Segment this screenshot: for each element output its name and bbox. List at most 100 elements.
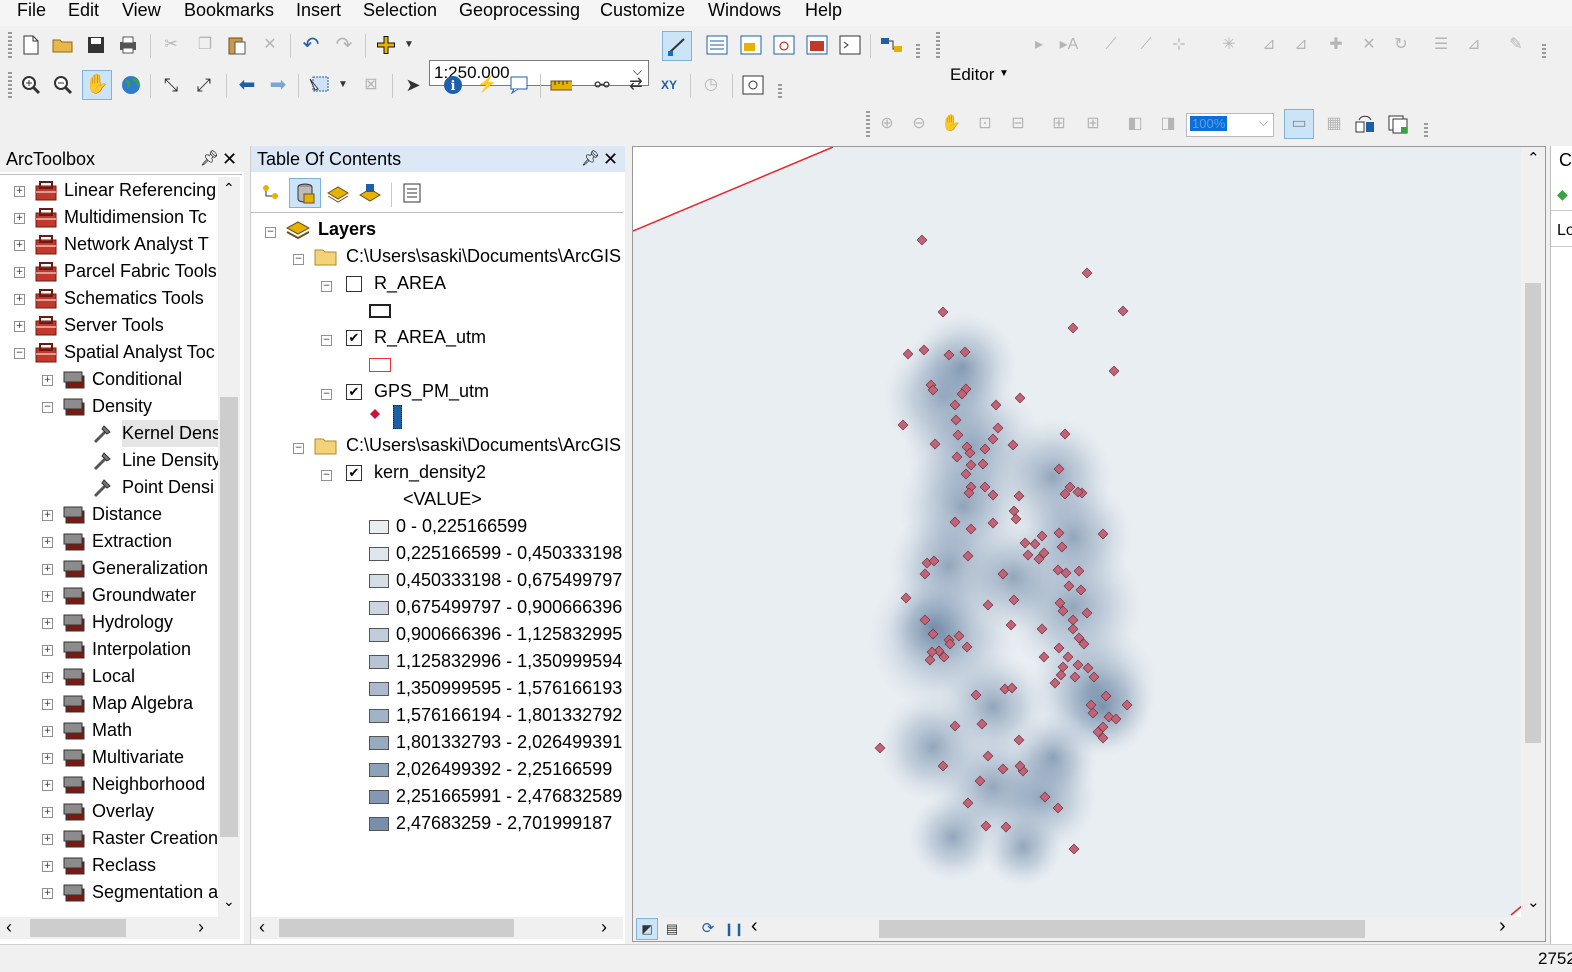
toolbox-item-extraction[interactable]: Extraction (92, 528, 172, 555)
list-by-drawing-order-icon[interactable] (261, 182, 283, 204)
reshape-icon[interactable]: ⊿ (1290, 34, 1312, 56)
time-slider-icon[interactable]: ◷ (700, 74, 722, 96)
expand-icon[interactable]: + (14, 294, 25, 305)
scroll-up-icon[interactable]: ⌃ (223, 180, 235, 197)
refresh-view-icon[interactable]: ⟳ (697, 918, 719, 940)
scroll-thumb[interactable] (279, 919, 514, 937)
layout-zoom-combobox[interactable]: 100% ⌵ (1186, 113, 1274, 137)
clear-selection-icon[interactable]: ⊠ (360, 74, 382, 96)
toolbox-item-line-density[interactable]: Line Density (122, 447, 218, 474)
collapse-group-icon[interactable]: − (293, 254, 304, 265)
change-layout-icon[interactable] (1354, 113, 1376, 135)
zoom-out-icon[interactable] (52, 74, 74, 96)
fixed-zoom-in-layout-icon[interactable]: ⊞ (1048, 113, 1070, 135)
sketch-properties-icon[interactable]: ⊿ (1463, 34, 1485, 56)
expand-icon[interactable]: + (42, 618, 53, 629)
legend-class-swatch[interactable] (369, 520, 389, 534)
table-of-contents-window-icon[interactable] (706, 34, 728, 56)
toolbox-item-point-densi[interactable]: Point Densi (122, 474, 214, 501)
collapse-layers-icon[interactable]: − (265, 227, 276, 238)
toolbar-grip[interactable] (866, 111, 870, 137)
editor-menu-label[interactable]: Editor (950, 65, 994, 85)
create-features-icon[interactable]: ✎ (1505, 34, 1527, 56)
focus-data-frame-icon[interactable]: ▦ (1323, 113, 1345, 135)
arctoolbox-horizontal-scrollbar[interactable]: ‹ › (0, 917, 240, 939)
zoom-100-icon[interactable]: ⊟ (1007, 113, 1029, 135)
scroll-left-icon[interactable]: ‹ (6, 917, 12, 938)
scroll-thumb[interactable] (1525, 283, 1541, 743)
menu-insert[interactable]: Insert (296, 0, 341, 20)
gps-pm-utm-checkbox[interactable]: ✔ (346, 384, 362, 400)
expand-icon[interactable]: + (42, 510, 53, 521)
end-point-arc-icon[interactable]: ⟋ (1135, 34, 1157, 56)
toolbar-grip[interactable] (8, 32, 12, 58)
r-area-symbol[interactable] (369, 304, 391, 318)
toolbox-item-kernel-dens[interactable]: Kernel Dens (122, 420, 218, 447)
legend-class-swatch[interactable] (369, 655, 389, 669)
fixed-zoom-out-icon[interactable]: ⤢ (193, 74, 215, 96)
point-icon[interactable]: ✳ (1218, 34, 1240, 56)
expand-icon[interactable]: + (42, 807, 53, 818)
catalog-window-icon[interactable] (740, 34, 762, 56)
toolbox-item-map-algebra[interactable]: Map Algebra (92, 690, 193, 717)
layers-root-label[interactable]: Layers (318, 216, 376, 243)
expand-icon[interactable]: + (42, 537, 53, 548)
scroll-down-icon[interactable]: ⌄ (1527, 893, 1540, 911)
expand-icon[interactable]: + (42, 834, 53, 845)
back-arrow-icon[interactable]: ⬅ (236, 74, 258, 96)
expand-icon[interactable]: + (42, 699, 53, 710)
scroll-down-icon[interactable]: ⌄ (223, 893, 235, 910)
toc-horizontal-scrollbar[interactable]: ‹ › (251, 917, 623, 939)
menu-help[interactable]: Help (805, 0, 842, 20)
toolbox-item-linear-referencing[interactable]: Linear Referencing (64, 177, 216, 204)
scroll-right-icon[interactable]: › (601, 917, 607, 938)
toolbox-item-network-analyst-t[interactable]: Network Analyst T (64, 231, 209, 258)
r-area-utm-checkbox[interactable]: ✔ (346, 330, 362, 346)
map-view[interactable]: ⌃ ⌄ ◩ ▤ ⟳ ❙❙ ‹ › (632, 146, 1546, 942)
scroll-right-icon[interactable]: › (1499, 915, 1506, 938)
next-extent-icon[interactable]: ◨ (1157, 113, 1179, 135)
collapse-icon[interactable]: − (14, 348, 25, 359)
cut-polygons-icon[interactable]: ✚ (1325, 34, 1347, 56)
map-canvas[interactable] (633, 147, 1523, 917)
expand-icon[interactable]: + (42, 645, 53, 656)
scroll-left-icon[interactable]: ‹ (751, 915, 758, 938)
menu-selection[interactable]: Selection (363, 0, 437, 20)
toolbox-item-local[interactable]: Local (92, 663, 135, 690)
toolbox-item-server-tools[interactable]: Server Tools (64, 312, 164, 339)
layout-zoom-in-icon[interactable]: ⊕ (876, 113, 898, 135)
zoom-whole-page-icon[interactable]: ⊡ (974, 113, 996, 135)
gps-point-symbol[interactable] (369, 408, 381, 420)
copy-icon[interactable]: ❐ (194, 34, 216, 56)
hyperlink-icon[interactable]: ⚡ (476, 74, 498, 96)
go-to-xy-icon[interactable]: XY (658, 74, 680, 96)
toolbar-grip[interactable] (936, 32, 940, 58)
expand-icon[interactable]: + (14, 321, 25, 332)
layout-zoom-out-icon[interactable]: ⊖ (908, 113, 930, 135)
data-view-icon[interactable]: ◩ (636, 918, 658, 940)
options-icon[interactable] (401, 182, 423, 204)
toolbox-item-density[interactable]: Density (92, 393, 152, 420)
paste-icon[interactable] (226, 34, 248, 56)
gps-pm-utm-label[interactable]: GPS_PM_utm (374, 378, 489, 405)
select-features-icon[interactable] (308, 74, 330, 96)
toolbox-item-distance[interactable]: Distance (92, 501, 162, 528)
kern-density-label[interactable]: kern_density2 (374, 459, 486, 486)
select-dropdown-icon[interactable]: ▼ (332, 74, 354, 96)
toolbox-item-math[interactable]: Math (92, 717, 132, 744)
fixed-zoom-in-icon[interactable]: ⤡ (160, 74, 182, 96)
back-icon[interactable]: ◆ (1557, 186, 1568, 203)
expand-icon[interactable]: + (42, 726, 53, 737)
legend-class-swatch[interactable] (369, 601, 389, 615)
r-area-checkbox[interactable] (346, 276, 362, 292)
toolbox-item-segmentation-a[interactable]: Segmentation a (92, 879, 218, 906)
split-icon[interactable]: ✕ (1358, 34, 1380, 56)
add-data-icon[interactable] (375, 34, 397, 56)
scroll-up-icon[interactable]: ⌃ (1527, 149, 1540, 167)
editor-toolbar-toggle-icon[interactable] (662, 31, 692, 61)
zoom-in-icon[interactable] (20, 74, 42, 96)
arctoolbox-window-icon[interactable] (806, 34, 828, 56)
identify-icon[interactable]: i (442, 74, 464, 96)
toolbox-item-overlay[interactable]: Overlay (92, 798, 154, 825)
list-by-selection-icon[interactable] (359, 182, 381, 204)
